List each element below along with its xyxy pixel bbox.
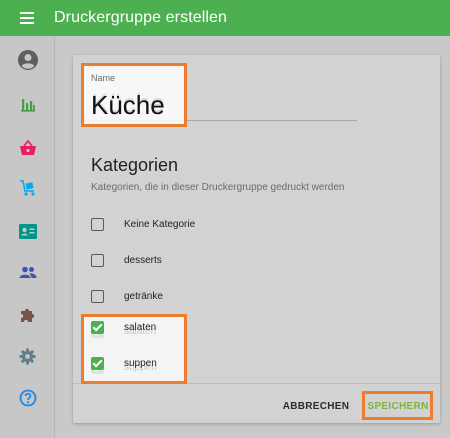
menu-button[interactable] [0, 0, 54, 36]
sidebar-item-help[interactable] [0, 378, 55, 418]
account-icon [17, 50, 38, 70]
sidebar-item-users[interactable] [0, 252, 55, 292]
sidebar-item-cart[interactable] [0, 168, 55, 208]
name-input[interactable] [91, 88, 271, 119]
page-title: Druckergruppe erstellen [54, 9, 228, 26]
category-item-desserts[interactable]: desserts [91, 250, 341, 270]
categories-description: Kategorien, die in dieser Druckergruppe … [91, 182, 345, 193]
basket-icon [19, 140, 36, 155]
category-label: Keine Kategorie [124, 218, 196, 230]
people-icon [19, 266, 36, 278]
sidebar-item-orders[interactable] [0, 128, 55, 168]
sidebar-item-settings[interactable] [0, 336, 55, 376]
category-checkbox[interactable] [91, 253, 104, 267]
category-item-getraenke[interactable]: getränke [91, 286, 341, 306]
puzzle-icon [21, 308, 35, 322]
category-checkbox[interactable] [91, 217, 104, 231]
sidebar-item-statistics[interactable] [0, 84, 55, 124]
category-label: salaten [124, 325, 157, 337]
category-label: suppen [124, 361, 157, 373]
category-checkbox[interactable] [91, 360, 104, 374]
menu-icon [20, 12, 34, 24]
category-item-salaten[interactable]: salaten [91, 321, 341, 341]
help-icon [19, 389, 36, 407]
name-field-label: Name [91, 73, 116, 83]
category-item-keine-kategorie[interactable]: Keine Kategorie [91, 214, 341, 234]
category-label: getränke [124, 290, 163, 302]
contact-card-icon [18, 223, 37, 239]
printer-group-form: Name Kategorien Kategorien, die in diese… [73, 55, 440, 423]
bar-chart-icon [20, 99, 35, 112]
cancel-button[interactable]: ABBRECHEN [283, 393, 349, 419]
sidebar-item-plugins[interactable] [0, 295, 55, 335]
categories-heading: Kategorien [91, 155, 179, 175]
save-button[interactable]: SPEICHERN [363, 393, 433, 419]
sidebar [0, 36, 55, 438]
cart-icon [19, 180, 35, 196]
category-label: desserts [124, 254, 162, 266]
category-checkbox[interactable] [91, 289, 104, 303]
category-checkbox[interactable] [91, 324, 104, 338]
actions-divider [73, 383, 440, 384]
name-field: Name [83, 61, 357, 121]
app-bar: Druckergruppe erstellen [0, 0, 450, 36]
sidebar-item-account[interactable] [0, 40, 55, 80]
sidebar-item-contacts[interactable] [0, 211, 55, 251]
gear-icon [19, 348, 36, 364]
category-item-suppen[interactable]: suppen [91, 357, 341, 377]
